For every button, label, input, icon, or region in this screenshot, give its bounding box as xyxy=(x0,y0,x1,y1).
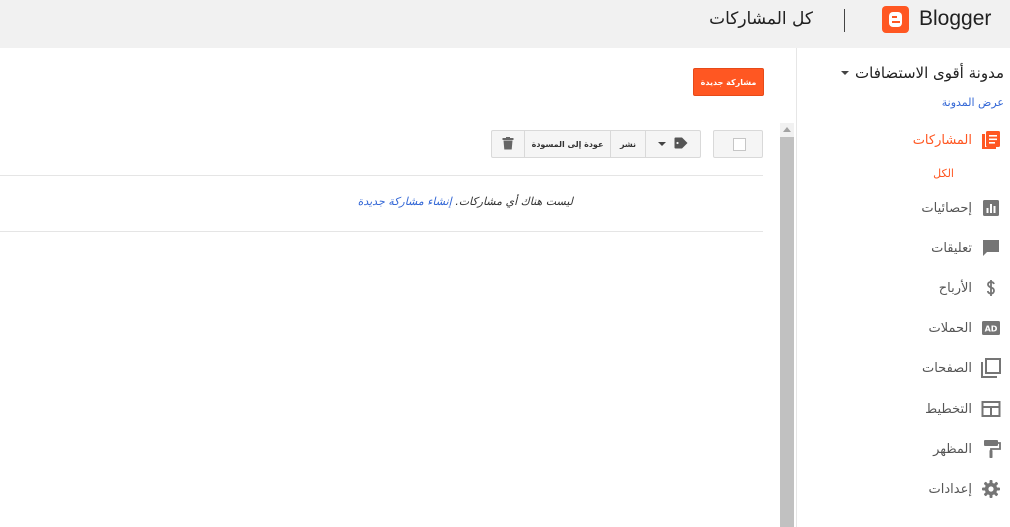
sidebar-item-label: المشاركات xyxy=(912,132,972,148)
publish-button[interactable]: نشر xyxy=(610,131,645,157)
labels-button[interactable] xyxy=(645,131,700,157)
dollar-icon xyxy=(980,277,1002,299)
trash-icon xyxy=(502,136,514,152)
sidebar-item-label: الحملات xyxy=(928,320,972,336)
svg-text:AD: AD xyxy=(985,325,998,334)
divider xyxy=(0,175,763,176)
sidebar-item-label: إحصائيات xyxy=(921,200,972,216)
sidebar-item-earnings[interactable]: الأرباح xyxy=(939,276,1002,300)
blog-title: مدونة أقوى الاستضافات xyxy=(855,64,1004,82)
header-divider xyxy=(844,9,845,32)
layout-icon xyxy=(980,398,1002,420)
chevron-down-icon xyxy=(658,142,666,146)
top-bar: Blogger كل المشاركات xyxy=(0,0,1010,48)
revert-to-draft-button[interactable]: عودة إلى المسودة xyxy=(524,131,610,157)
select-all-checkbox[interactable] xyxy=(713,130,763,158)
delete-button[interactable] xyxy=(492,131,524,157)
label-tag-icon xyxy=(674,137,688,151)
view-blog-link[interactable]: عرض المدونة xyxy=(942,96,1004,109)
sidebar-item-settings[interactable]: إعدادات xyxy=(929,477,1002,501)
sidebar-item-pages[interactable]: الصفحات xyxy=(922,356,1002,380)
sidebar-item-posts[interactable]: المشاركات xyxy=(913,128,1002,152)
sidebar-item-campaigns[interactable]: AD الحملات xyxy=(929,316,1002,340)
sidebar-item-label: إعدادات xyxy=(928,481,972,497)
paint-roller-icon xyxy=(980,438,1002,460)
checkbox-square xyxy=(733,138,746,151)
sidebar-item-label: التخطيط xyxy=(925,401,972,417)
posts-toolbar: عودة إلى المسودة نشر xyxy=(491,130,701,158)
vertical-scrollbar[interactable] xyxy=(780,123,794,527)
sidebar-item-comments[interactable]: تعليقات xyxy=(931,236,1002,260)
sidebar-item-label: الأرباح xyxy=(938,280,972,296)
posts-icon xyxy=(980,129,1002,151)
create-new-post-link[interactable]: إنشاء مشاركة جديدة xyxy=(358,195,452,208)
blogger-logo-icon[interactable] xyxy=(882,6,909,33)
sidebar-item-label: تعليقات xyxy=(931,240,972,256)
ad-icon: AD xyxy=(980,317,1002,339)
gear-icon xyxy=(980,478,1002,500)
brand-name[interactable]: Blogger xyxy=(919,7,991,31)
scroll-up-arrow-icon[interactable] xyxy=(780,123,794,137)
sidebar-subitem-all[interactable]: الكل xyxy=(933,167,954,180)
blog-selector[interactable]: مدونة أقوى الاستضافات xyxy=(841,64,1004,82)
sidebar-item-label: الصفحات xyxy=(921,360,972,376)
chevron-down-icon xyxy=(841,71,849,75)
page-title: كل المشاركات xyxy=(709,9,813,29)
new-post-button[interactable]: مشاركة جديدة xyxy=(693,68,764,96)
sidebar-item-stats[interactable]: إحصائيات xyxy=(921,196,1002,220)
pages-icon xyxy=(980,357,1002,379)
sidebar-item-theme[interactable]: المظهر xyxy=(933,437,1002,461)
sidebar-item-label: المظهر xyxy=(933,441,972,457)
sidebar-item-layout[interactable]: التخطيط xyxy=(925,397,1002,421)
stats-icon xyxy=(980,197,1002,219)
sidebar: مدونة أقوى الاستضافات عرض المدونة المشار… xyxy=(796,48,1010,527)
comment-icon xyxy=(980,237,1002,259)
empty-posts-message: ليست هناك أي مشاركات. إنشاء مشاركة جديدة xyxy=(358,195,573,208)
empty-text: ليست هناك أي مشاركات. xyxy=(455,195,573,208)
divider xyxy=(0,231,763,232)
